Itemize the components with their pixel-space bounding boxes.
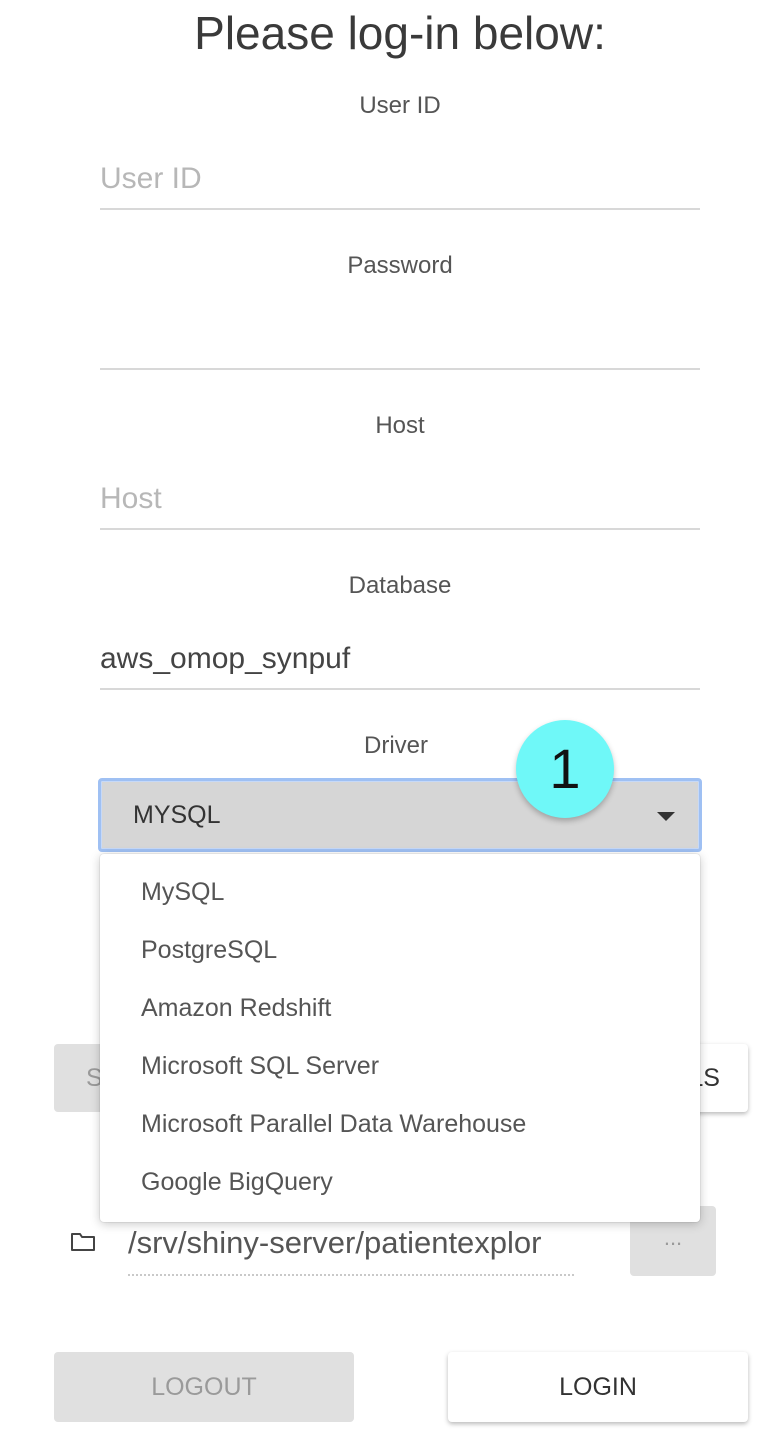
database-label: Database [348,572,452,599]
dropdown-option-amazon-redshift[interactable]: Amazon Redshift [141,994,331,1023]
driver-dropdown-menu: MySQL PostgreSQL Amazon Redshift Microso… [100,854,700,1222]
password-input[interactable] [100,310,700,370]
login-page: Please log-in below: User ID Password Ho… [0,0,774,1442]
password-label: Password [347,252,453,279]
dropdown-option-mysql[interactable]: MySQL [141,878,224,907]
driver-select[interactable]: MYSQL [98,778,702,852]
host-label: Host [375,412,425,439]
user-id-input[interactable] [100,150,700,210]
dropdown-option-parallel-data-warehouse[interactable]: Microsoft Parallel Data Warehouse [141,1110,526,1139]
database-input[interactable] [100,630,700,690]
annotation-badge: 1 [516,720,614,818]
dropdown-option-sql-server[interactable]: Microsoft SQL Server [141,1052,379,1081]
login-button[interactable]: LOGIN [448,1352,748,1422]
driver-selected-value: MYSQL [133,801,221,829]
folder-icon [71,1233,95,1251]
dropdown-option-postgresql[interactable]: PostgreSQL [141,936,277,965]
page-title: Please log-in below: [194,7,606,59]
user-id-label: User ID [359,92,441,119]
host-input[interactable] [100,470,700,530]
caret-down-icon [657,812,675,821]
logout-button[interactable]: LOGOUT [54,1352,354,1422]
dropdown-option-google-bigquery[interactable]: Google BigQuery [141,1168,333,1197]
